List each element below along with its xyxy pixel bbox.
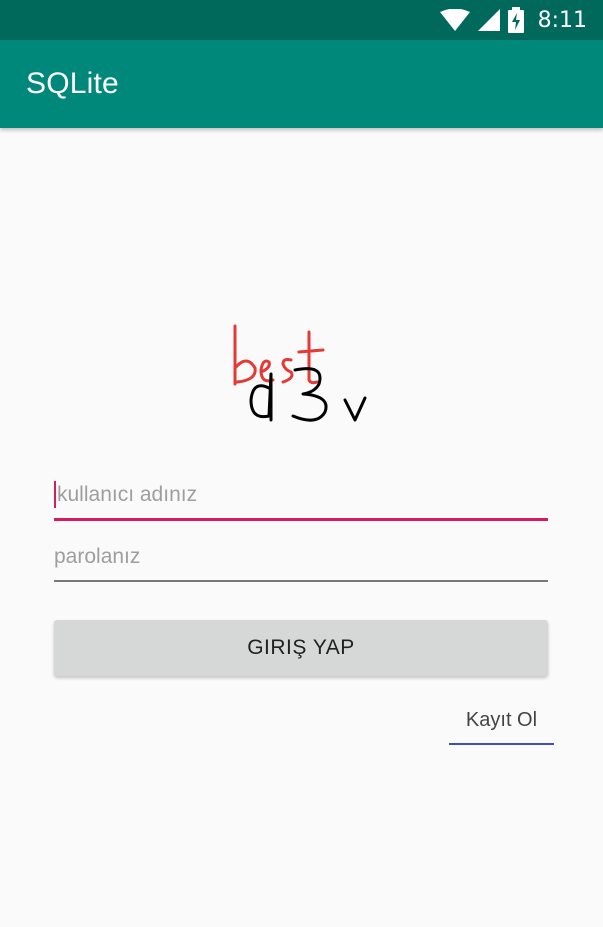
password-field[interactable] xyxy=(54,534,548,582)
username-input[interactable] xyxy=(54,472,548,518)
battery-charging-icon xyxy=(507,7,524,33)
app-logo xyxy=(225,318,385,430)
text-caret xyxy=(54,481,56,508)
status-bar: 8:11 xyxy=(0,0,603,40)
app-bar: SQLite xyxy=(0,40,603,128)
status-time: 8:11 xyxy=(537,7,587,33)
password-input[interactable] xyxy=(54,534,548,580)
login-button[interactable]: GIRIŞ YAP xyxy=(54,620,548,676)
cell-signal-icon xyxy=(477,9,500,31)
password-underline xyxy=(54,580,548,582)
username-underline xyxy=(54,518,548,521)
register-label: Kayıt Ol xyxy=(465,708,538,731)
username-field[interactable] xyxy=(54,472,548,521)
app-title: SQLite xyxy=(26,67,119,100)
register-link[interactable]: Kayıt Ol xyxy=(449,695,554,745)
register-underline xyxy=(449,743,554,745)
wifi-icon xyxy=(439,9,470,31)
